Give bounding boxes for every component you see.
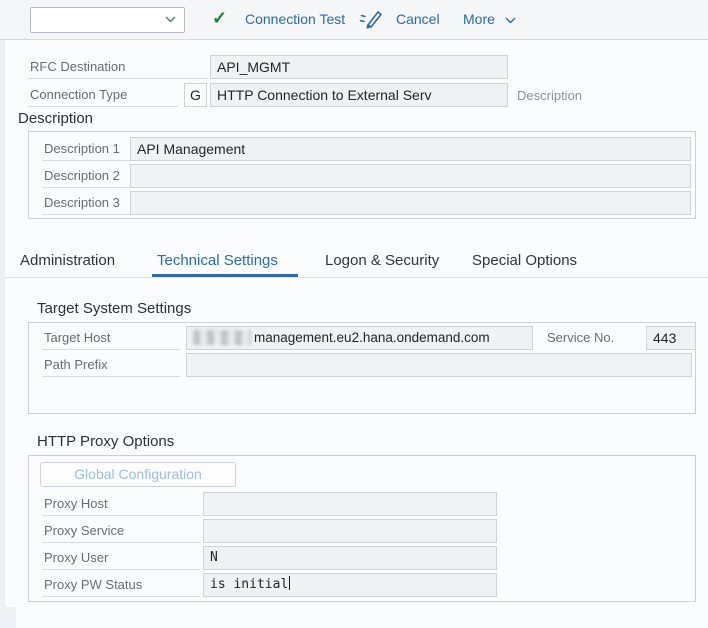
rfc-destination-input[interactable]: API_MGMT — [210, 55, 508, 79]
tab-administration[interactable]: Administration — [20, 252, 115, 269]
description-side-label: Description — [517, 88, 582, 103]
connection-type-code-input[interactable]: G — [184, 83, 207, 107]
left-gutter — [0, 40, 5, 628]
scrollbar-corner — [0, 607, 16, 628]
target-host-label: Target Host — [42, 326, 180, 350]
command-field-dropdown[interactable] — [30, 7, 185, 33]
proxy-service-label: Proxy Service — [42, 519, 200, 543]
service-no-input[interactable]: 443 — [646, 326, 696, 350]
proxy-user-input[interactable]: N — [203, 546, 497, 570]
proxy-user-label: Proxy User — [42, 546, 200, 570]
description-1-label: Description 1 — [42, 137, 130, 161]
tab-divider — [5, 277, 708, 278]
http-proxy-options-title: HTTP Proxy Options — [37, 433, 174, 450]
description-1-input[interactable]: API Management — [130, 137, 691, 161]
connection-type-text-input[interactable]: HTTP Connection to External Serv — [210, 83, 508, 107]
chevron-down-icon — [505, 17, 516, 24]
description-section-title: Description — [18, 110, 93, 127]
global-configuration-button[interactable]: Global Configuration — [40, 462, 236, 487]
connection-type-label: Connection Type — [28, 83, 178, 107]
rfc-destination-screen: ✓ Connection Test Cancel More RFC Destin… — [0, 0, 708, 628]
cancel-button[interactable]: Cancel — [396, 11, 440, 27]
description-3-label: Description 3 — [42, 191, 130, 215]
proxy-pw-status-value: is initial — [210, 577, 288, 592]
active-tab-underline — [152, 274, 298, 277]
chevron-down-icon — [165, 16, 176, 23]
proxy-pw-status-input[interactable]: is initial — [203, 573, 497, 597]
service-no-label: Service No. — [545, 326, 640, 350]
connection-test-button[interactable]: Connection Test — [245, 11, 345, 27]
redacted-blur — [193, 330, 251, 345]
description-2-label: Description 2 — [42, 164, 130, 188]
target-system-settings-title: Target System Settings — [37, 300, 191, 317]
proxy-pw-status-label: Proxy PW Status — [42, 573, 200, 597]
proxy-host-input[interactable] — [203, 492, 497, 516]
toolbar: ✓ Connection Test Cancel More — [0, 0, 708, 40]
rfc-destination-label: RFC Destination — [28, 55, 208, 79]
confirm-checkmark-icon[interactable]: ✓ — [212, 8, 227, 29]
tab-technical-settings[interactable]: Technical Settings — [157, 252, 278, 269]
tab-special-options[interactable]: Special Options — [472, 252, 577, 269]
more-button[interactable]: More — [463, 11, 516, 27]
proxy-host-label: Proxy Host — [42, 492, 200, 516]
target-host-value: management.eu2.hana.ondemand.com — [254, 330, 490, 345]
path-prefix-input[interactable] — [186, 353, 692, 377]
description-3-input[interactable] — [130, 191, 691, 215]
text-cursor — [289, 576, 290, 590]
path-prefix-label: Path Prefix — [42, 353, 180, 377]
target-host-input[interactable]: management.eu2.hana.ondemand.com — [186, 326, 533, 350]
signature-pen-icon[interactable] — [359, 9, 383, 31]
more-button-label: More — [463, 11, 495, 27]
description-2-input[interactable] — [130, 164, 691, 188]
tab-logon-security[interactable]: Logon & Security — [325, 252, 439, 269]
proxy-service-input[interactable] — [203, 519, 497, 543]
